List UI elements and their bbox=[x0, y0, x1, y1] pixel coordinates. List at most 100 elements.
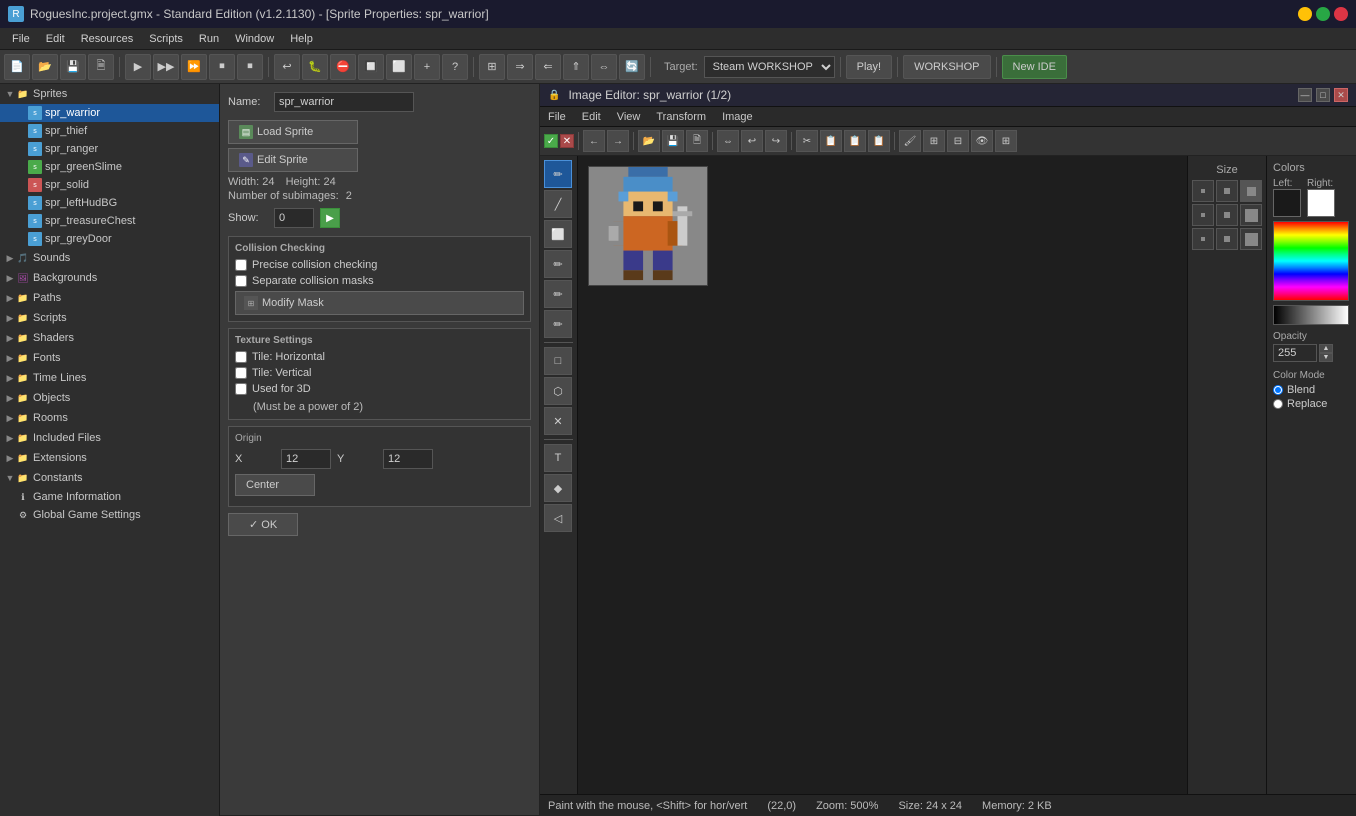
text-tool[interactable]: T bbox=[544, 444, 572, 472]
editor-min-btn[interactable]: — bbox=[1298, 88, 1312, 102]
timelines-category[interactable]: ▶ 📁 Time Lines bbox=[0, 368, 219, 388]
menu-window[interactable]: Window bbox=[227, 31, 282, 47]
tb-add[interactable]: + bbox=[414, 54, 440, 80]
included-files-category[interactable]: ▶ 📁 Included Files bbox=[0, 428, 219, 448]
tb-run3[interactable]: ⏩ bbox=[181, 54, 207, 80]
game-info-item[interactable]: ℹ Game Information bbox=[0, 488, 219, 506]
tb-arrow3[interactable]: ⇑ bbox=[563, 54, 589, 80]
right-color-swatch[interactable] bbox=[1307, 189, 1335, 217]
paths-category[interactable]: ▶ 📁 Paths bbox=[0, 288, 219, 308]
fill-tool[interactable]: ⬡ bbox=[544, 377, 572, 405]
menu-edit[interactable]: Edit bbox=[38, 31, 73, 47]
modify-mask-btn[interactable]: ⊞ Modify Mask bbox=[235, 291, 524, 315]
global-game-item[interactable]: ⚙ Global Game Settings bbox=[0, 506, 219, 524]
close-btn[interactable] bbox=[1334, 7, 1348, 21]
editor-grid-btn[interactable]: ⊟ bbox=[947, 130, 969, 152]
origin-y-input[interactable] bbox=[383, 449, 433, 469]
sprites-category[interactable]: ▼ 📁 Sprites bbox=[0, 84, 219, 104]
sprite-item-solid[interactable]: s spr_solid bbox=[0, 176, 219, 194]
tb-stop2[interactable]: ⏹ bbox=[237, 54, 263, 80]
arrow-tool[interactable]: ◁ bbox=[544, 504, 572, 532]
editor-close-btn[interactable]: ✕ bbox=[1334, 88, 1348, 102]
new-ide-btn[interactable]: New IDE bbox=[1002, 55, 1067, 79]
size-xlg2[interactable] bbox=[1240, 228, 1262, 250]
show-arrow-btn[interactable]: ▶ bbox=[320, 208, 340, 228]
editor-next-btn[interactable]: → bbox=[607, 130, 629, 152]
editor-copy-btn[interactable]: 📋 bbox=[820, 130, 842, 152]
menu-scripts[interactable]: Scripts bbox=[141, 31, 191, 47]
backgrounds-category[interactable]: ▶ 🖼 Backgrounds bbox=[0, 268, 219, 288]
sprite-item-ranger[interactable]: s spr_ranger bbox=[0, 140, 219, 158]
editor-undo-btn[interactable]: ↩ bbox=[741, 130, 763, 152]
editor-cut-btn[interactable]: ✂ bbox=[796, 130, 818, 152]
size-sm3[interactable] bbox=[1192, 228, 1214, 250]
play-btn[interactable]: Play! bbox=[846, 55, 892, 79]
editor-frames-btn[interactable]: ⊞ bbox=[995, 130, 1017, 152]
extensions-category[interactable]: ▶ 📁 Extensions bbox=[0, 448, 219, 468]
line-tool[interactable]: ╱ bbox=[544, 190, 572, 218]
editor-save-as-btn[interactable]: 🗎 bbox=[686, 130, 708, 152]
maximize-btn[interactable] bbox=[1316, 7, 1330, 21]
diamond-tool[interactable]: ◆ bbox=[544, 474, 572, 502]
left-color-swatch[interactable] bbox=[1273, 189, 1301, 217]
tb-new[interactable]: 📄 bbox=[4, 54, 30, 80]
constants-category[interactable]: ▼ 📁 Constants bbox=[0, 468, 219, 488]
tb-resource[interactable]: 🔲 bbox=[358, 54, 384, 80]
tb-debug2[interactable]: ⛔ bbox=[330, 54, 356, 80]
ok-btn[interactable]: ✓ OK bbox=[228, 513, 298, 536]
used-3d-check[interactable] bbox=[235, 383, 247, 395]
editor-view-btn[interactable]: 👁 bbox=[971, 130, 993, 152]
rooms-category[interactable]: ▶ 📁 Rooms bbox=[0, 408, 219, 428]
tb-sync[interactable]: 🔄 bbox=[619, 54, 645, 80]
tb-open[interactable]: 📂 bbox=[32, 54, 58, 80]
edit-sprite-btn[interactable]: ✎ Edit Sprite bbox=[228, 148, 358, 172]
size-md[interactable] bbox=[1216, 180, 1238, 202]
fonts-category[interactable]: ▶ 📁 Fonts bbox=[0, 348, 219, 368]
opacity-up-btn[interactable]: ▲ bbox=[1319, 344, 1333, 353]
menu-help[interactable]: Help bbox=[282, 31, 321, 47]
canvas-area[interactable] bbox=[578, 156, 1187, 794]
pencil-tool[interactable]: ✏ bbox=[544, 160, 572, 188]
pencil3-tool[interactable]: ✏ bbox=[544, 280, 572, 308]
tb-stop[interactable]: ⏹ bbox=[209, 54, 235, 80]
editor-menu-file[interactable]: File bbox=[540, 109, 574, 125]
sprite-item-chest[interactable]: s spr_treasureChest bbox=[0, 212, 219, 230]
editor-prev-btn[interactable]: ← bbox=[583, 130, 605, 152]
sprite-canvas[interactable] bbox=[588, 166, 708, 286]
editor-resize-btn[interactable]: ⇔ bbox=[717, 130, 739, 152]
tb-save2[interactable]: 🗎 bbox=[88, 54, 114, 80]
editor-pattern-btn[interactable]: ⊞ bbox=[923, 130, 945, 152]
workshop-btn[interactable]: WORKSHOP bbox=[903, 55, 990, 79]
name-input[interactable] bbox=[274, 92, 414, 112]
editor-menu-view[interactable]: View bbox=[609, 109, 649, 125]
editor-menu-image[interactable]: Image bbox=[714, 109, 761, 125]
tb-save[interactable]: 💾 bbox=[60, 54, 86, 80]
size-xlg[interactable] bbox=[1240, 204, 1262, 226]
menu-resources[interactable]: Resources bbox=[73, 31, 142, 47]
origin-x-input[interactable] bbox=[281, 449, 331, 469]
center-btn[interactable]: Center bbox=[235, 474, 315, 496]
size-sm2[interactable] bbox=[1192, 204, 1214, 226]
editor-brush-btn[interactable]: 🖌 bbox=[899, 130, 921, 152]
tb-run[interactable]: ▶ bbox=[125, 54, 151, 80]
sprite-item-slime[interactable]: s spr_greenSlime bbox=[0, 158, 219, 176]
sprite-item-door[interactable]: s spr_greyDoor bbox=[0, 230, 219, 248]
color-picker[interactable] bbox=[1273, 221, 1349, 301]
tb-undo[interactable]: ↩ bbox=[274, 54, 300, 80]
editor-confirm-btn[interactable]: ✓ bbox=[544, 134, 558, 148]
eraser-tool[interactable]: ⬜ bbox=[544, 220, 572, 248]
tile-v-check[interactable] bbox=[235, 367, 247, 379]
separate-masks-check[interactable] bbox=[235, 275, 247, 287]
editor-paste-btn[interactable]: 📋 bbox=[844, 130, 866, 152]
blend-radio[interactable] bbox=[1273, 385, 1283, 395]
opacity-input[interactable] bbox=[1273, 344, 1317, 362]
scripts-category[interactable]: ▶ 📁 Scripts bbox=[0, 308, 219, 328]
rect-tool[interactable]: □ bbox=[544, 347, 572, 375]
menu-run[interactable]: Run bbox=[191, 31, 227, 47]
tb-arrow1[interactable]: ⇒ bbox=[507, 54, 533, 80]
sounds-category[interactable]: ▶ 🎵 Sounds bbox=[0, 248, 219, 268]
size-md3[interactable] bbox=[1216, 228, 1238, 250]
editor-max-btn[interactable]: □ bbox=[1316, 88, 1330, 102]
size-md2[interactable] bbox=[1216, 204, 1238, 226]
tb-arrow4[interactable]: ⇔ bbox=[591, 54, 617, 80]
